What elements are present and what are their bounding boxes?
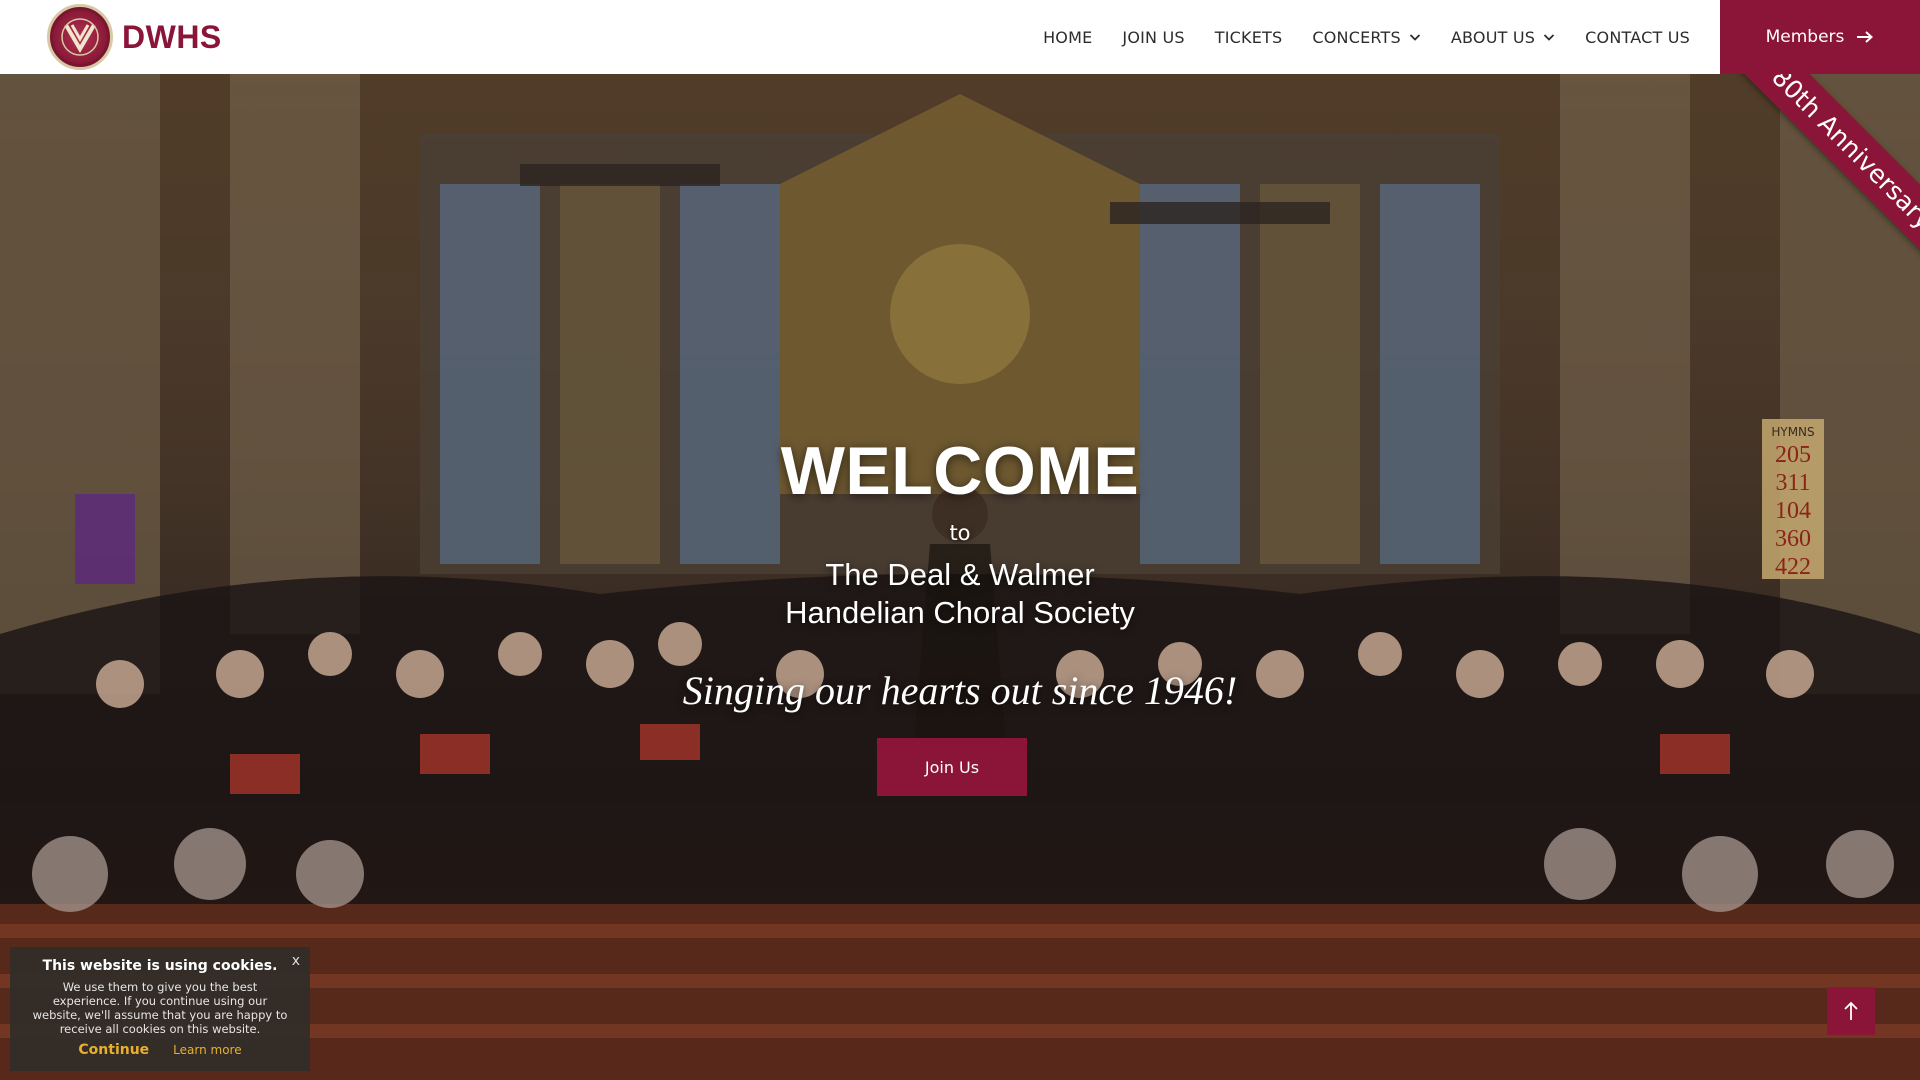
join-us-button[interactable]: Join Us — [877, 738, 1027, 796]
nav-concerts-label: CONCERTS — [1312, 27, 1401, 47]
nav-tickets[interactable]: TICKETS — [1215, 28, 1283, 47]
chevron-down-icon — [1544, 34, 1555, 41]
logo-text: DWHS — [122, 18, 222, 55]
arrow-up-icon — [1844, 1001, 1858, 1020]
nav-tickets-label: TICKETS — [1214, 27, 1283, 47]
anniversary-ribbon: 80th Anniversary — [1710, 74, 1920, 284]
welcome-to: to — [949, 521, 971, 545]
nav-concerts[interactable]: CONCERTS — [1312, 28, 1421, 47]
site-header: DWHS HOME JOIN US TICKETS CONCERTS ABOUT… — [0, 0, 1920, 74]
main-nav: HOME JOIN US TICKETS CONCERTS ABOUT US C… — [1043, 0, 1690, 74]
chevron-down-icon — [1409, 34, 1421, 41]
nav-contact-us-label: CONTACT US — [1585, 27, 1690, 47]
hero-section: HYMNS 205 311 104 360 422 WELCOME to The Deal… — [0, 74, 1920, 1080]
nav-join-us-label: JOIN US — [1122, 27, 1185, 47]
society-name-line2: Handelian Choral Society — [785, 595, 1135, 630]
cookie-close-button[interactable]: x — [292, 953, 300, 969]
welcome-heading: WELCOME — [780, 433, 1140, 509]
hero-tagline: Singing our hearts out since 1946! — [682, 668, 1238, 713]
nav-home[interactable]: HOME — [1043, 28, 1092, 47]
cookie-continue-button[interactable]: Continue — [78, 1042, 149, 1058]
members-button-label: Members — [1765, 27, 1845, 47]
nav-contact-us[interactable]: CONTACT US — [1585, 28, 1690, 47]
join-us-button-label: Join Us — [924, 757, 980, 777]
society-crest-icon — [47, 4, 113, 70]
nav-join-us[interactable]: JOIN US — [1122, 28, 1184, 47]
site-logo[interactable]: DWHS — [47, 4, 222, 70]
cookie-actions: Continue Learn more — [10, 1042, 310, 1058]
arrow-right-icon — [1857, 31, 1874, 43]
cookie-body: We use them to give you the best experie… — [32, 980, 288, 1036]
back-to-top-button[interactable] — [1827, 987, 1875, 1035]
society-name: The Deal & Walmer Handelian Choral Socie… — [0, 556, 1920, 632]
members-button[interactable]: Members — [1720, 0, 1920, 74]
nav-about-us-label: ABOUT US — [1450, 27, 1536, 47]
cookie-title: This website is using cookies. — [42, 958, 278, 974]
cookie-learn-more-link[interactable]: Learn more — [173, 1043, 241, 1057]
cookie-notice: x This website is using cookies. We use … — [10, 947, 310, 1071]
nav-home-label: HOME — [1043, 27, 1093, 47]
anniversary-ribbon-label: 80th Anniversary — [1722, 74, 1920, 279]
society-name-line1: The Deal & Walmer — [825, 557, 1095, 592]
nav-about-us[interactable]: ABOUT US — [1451, 28, 1555, 47]
